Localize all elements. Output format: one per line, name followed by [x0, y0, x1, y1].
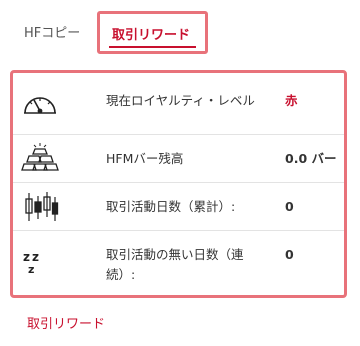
- inactive-days-label: 取引活動の無い日数（連続）:: [106, 247, 244, 282]
- bar-balance-row: HFMバー残高 0.0 バー: [13, 135, 344, 183]
- activity-days-label: 取引活動日数（累計）:: [106, 199, 236, 214]
- gold-bars-icon: [21, 143, 59, 175]
- trading-rewards-link[interactable]: 取引リワード: [27, 313, 105, 332]
- loyalty-level-label: 現在ロイヤルティ・レベル: [106, 93, 255, 108]
- tab-trading-rewards[interactable]: 取引リワード: [97, 11, 208, 54]
- tab-bar: HFコピー 取引リワード: [0, 0, 360, 62]
- loyalty-level-value: 赤: [285, 93, 298, 108]
- bar-balance-label: HFMバー残高: [106, 151, 184, 166]
- active-tab-underline: [109, 46, 196, 48]
- inactive-days-row: z z z 取引活動の無い日数（連続）: 0: [13, 231, 344, 295]
- svg-text:z: z: [28, 263, 34, 276]
- activity-days-value: 0: [285, 199, 294, 214]
- loyalty-level-row: 現在ロイヤルティ・レベル 赤: [13, 73, 344, 135]
- tab-hf-copy[interactable]: HFコピー: [24, 22, 80, 41]
- activity-days-row: 取引活動日数（累計）: 0: [13, 183, 344, 231]
- rewards-summary-panel: 現在ロイヤルティ・レベル 赤 HFMバー残高 0.0 バー 取引活動日数（累計）…: [10, 70, 347, 298]
- svg-text:z: z: [32, 250, 39, 264]
- bar-balance-value: 0.0 バー: [285, 151, 337, 166]
- svg-text:z: z: [23, 250, 30, 264]
- tab-trading-rewards-label: 取引リワード: [112, 28, 191, 43]
- inactive-days-value: 0: [285, 247, 294, 262]
- candlestick-icon: [21, 191, 59, 223]
- gauge-icon: [21, 87, 59, 119]
- sleep-zzz-icon: z z z: [21, 247, 59, 279]
